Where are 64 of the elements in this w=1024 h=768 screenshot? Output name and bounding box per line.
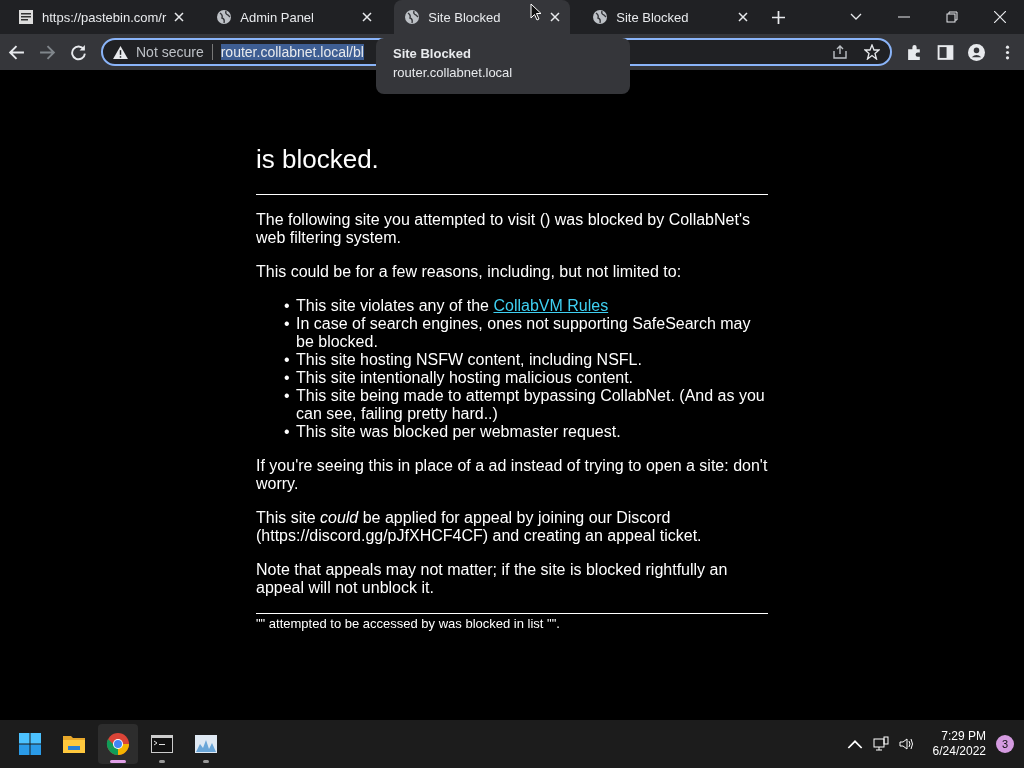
close-icon[interactable] xyxy=(550,12,561,22)
mouse-cursor-icon xyxy=(530,3,542,21)
clock[interactable]: 7:29 PM 6/24/2022 xyxy=(932,729,986,759)
browser-tab[interactable]: https://pastebin.com/r xyxy=(8,0,195,34)
document-icon xyxy=(18,9,34,25)
globe-icon xyxy=(404,9,421,25)
new-tab-icon[interactable] xyxy=(772,10,786,24)
tab-title: https://pastebin.com/r xyxy=(42,9,167,25)
paragraph: If you're seeing this in place of a ad instead of trying to open a site: don't worry. xyxy=(256,457,768,493)
close-icon[interactable] xyxy=(362,12,373,22)
reload-icon[interactable] xyxy=(70,43,87,61)
list-bullet: • xyxy=(284,297,291,315)
share-icon[interactable] xyxy=(832,44,848,60)
taskbar-app[interactable] xyxy=(98,724,138,764)
list-bullet: • xyxy=(284,387,291,406)
intro-paragraph: The following site you attempted to visit () was blocked by CollabNet's web filtering system. xyxy=(256,211,751,247)
close-icon[interactable] xyxy=(738,12,749,22)
reason-item: This site hosting NSFW content, including NSFL. xyxy=(296,351,643,369)
reason-item: In case of search engines, ones not supporting SafeSearch may be blocked. xyxy=(296,315,752,351)
volume-icon[interactable] xyxy=(898,736,915,752)
security-label: Not secure xyxy=(136,44,204,60)
list-bullet: • xyxy=(284,315,291,334)
reason-item: This site being made to attempt bypassing CollabNet. (And as you can see, failing pretty hard..) xyxy=(296,387,766,423)
tooltip-host: router.collabnet.local xyxy=(393,65,514,80)
profile-icon[interactable] xyxy=(968,43,985,61)
list-bullet: • xyxy=(284,369,291,387)
browser-tab[interactable]: Site Blocked xyxy=(394,0,571,34)
close-icon[interactable] xyxy=(994,11,1006,23)
page-heading: is blocked. xyxy=(256,144,380,174)
puzzle-icon[interactable] xyxy=(906,43,923,61)
paragraph: Note that appeals may not matter; if the site is blocked rightfully an appeal will not unblock it. xyxy=(256,561,729,597)
reason-item: This site violates any of the CollabVM Rules xyxy=(296,297,610,315)
side-panel-icon[interactable] xyxy=(937,43,954,61)
tooltip-title: Site Blocked xyxy=(393,46,473,61)
warning-icon xyxy=(113,45,128,59)
clock-date: 6/24/2022 xyxy=(932,744,986,759)
tab-title: Site Blocked xyxy=(616,9,689,25)
rules-link[interactable]: CollabVM Rules xyxy=(493,297,609,314)
paragraph: This site could be applied for appeal by joining our Discord (https://discord.gg/pJfXHCF4CF) and creating an appeal ticket. xyxy=(256,509,703,545)
url-text: router.collabnet.local/bl xyxy=(220,44,364,60)
performance-chart-icon xyxy=(194,732,218,756)
back-icon[interactable] xyxy=(8,43,25,61)
notification-badge[interactable]: 3 xyxy=(996,735,1014,753)
browser-tab[interactable]: Site Blocked xyxy=(582,0,759,34)
list-bullet: • xyxy=(284,351,291,369)
tab-title: Site Blocked xyxy=(428,9,501,25)
tab-title: Admin Panel xyxy=(240,9,314,25)
clock-time: 7:29 PM xyxy=(941,729,986,744)
network-icon[interactable] xyxy=(872,736,889,752)
reason-item: This site was blocked per webmaster request. xyxy=(296,423,622,441)
close-icon[interactable] xyxy=(174,12,185,22)
restore-icon[interactable] xyxy=(946,11,958,23)
globe-icon xyxy=(216,9,233,25)
footer-note: "" attempted to be accessed by was blocked in list "". xyxy=(256,616,561,631)
reason-item: This site intentionally hosting malicious content. xyxy=(296,369,635,387)
terminal-icon xyxy=(150,732,174,756)
forward-icon[interactable] xyxy=(39,43,56,61)
globe-icon xyxy=(592,9,609,25)
reasons-intro: This could be for a few reasons, including, but not limited to: xyxy=(256,263,683,281)
star-icon[interactable] xyxy=(864,44,880,60)
list-bullet: • xyxy=(284,423,291,441)
windows-logo-icon xyxy=(18,732,42,756)
browser-tab[interactable]: Admin Panel xyxy=(206,0,383,34)
chrome-icon xyxy=(106,732,130,756)
